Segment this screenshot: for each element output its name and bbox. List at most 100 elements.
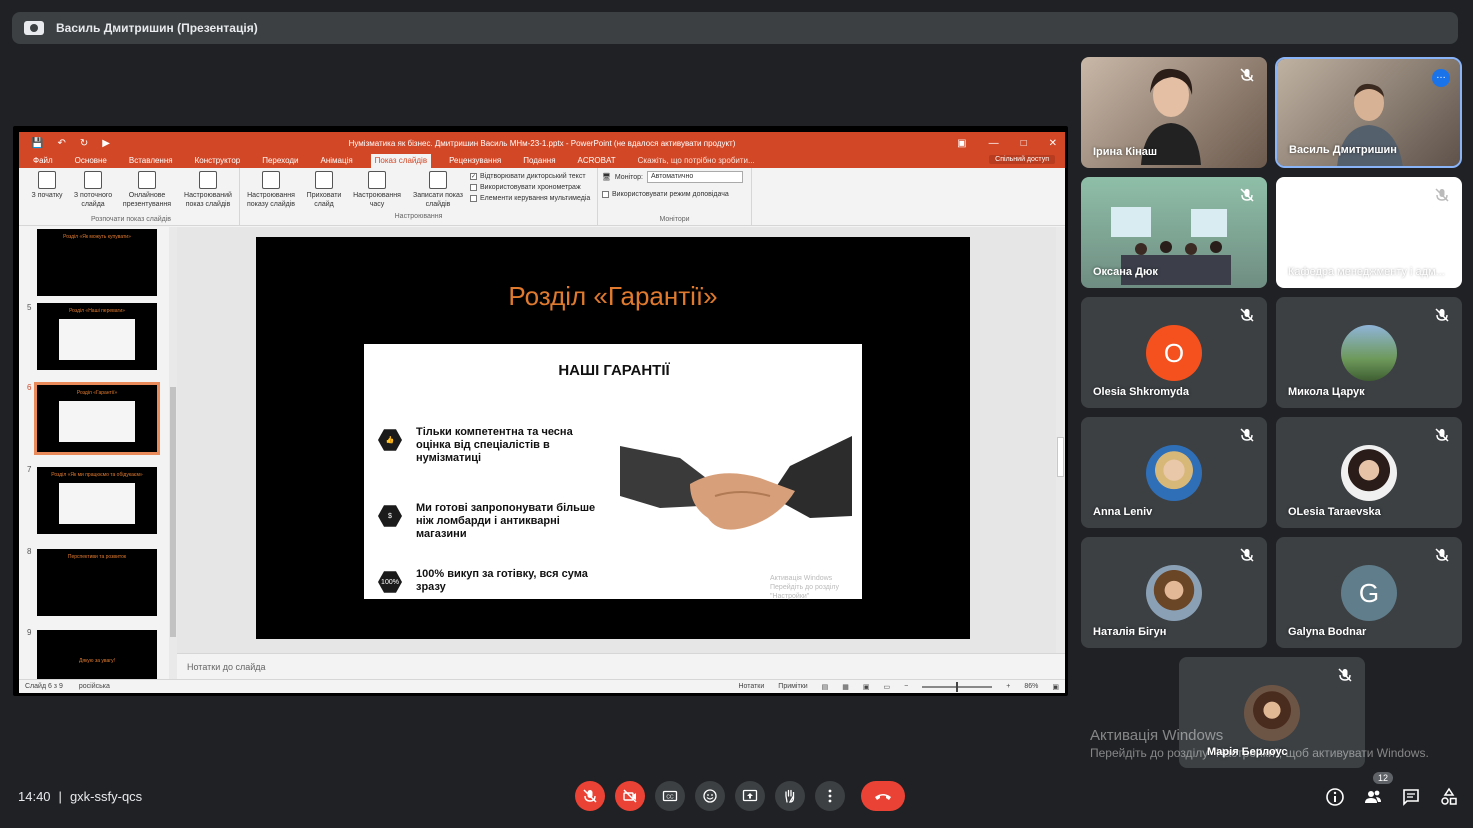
mic-off-icon (1435, 548, 1449, 562)
notes-pane[interactable]: Нотатки до слайда (177, 653, 1065, 679)
tab-file[interactable]: Файл (29, 154, 57, 168)
hide-slide-icon (315, 171, 333, 189)
ppt-statusbar: Слайд 6 з 9 російська Нотатки Примітки ▤… (19, 679, 1065, 693)
thumbnails-scrollbar[interactable] (169, 227, 177, 679)
participant-name: Оксана Дюк (1093, 266, 1158, 278)
participant-tile[interactable]: G Galyna Bodnar (1276, 537, 1462, 648)
tab-design[interactable]: Конструктор (191, 154, 245, 168)
custom-show-button[interactable]: Настроюваний показ слайдів (181, 171, 235, 216)
reading-view-icon[interactable]: ▣ (863, 683, 870, 691)
more-options-button[interactable] (815, 781, 845, 811)
timings-checkbox[interactable]: Використовувати хронометраж (470, 184, 590, 191)
close-icon[interactable]: ✕ (1049, 138, 1057, 149)
maximize-icon[interactable]: □ (1021, 138, 1027, 149)
from-beginning-button[interactable]: З початку (27, 171, 67, 216)
slideshow-view-icon[interactable]: ▭ (884, 683, 891, 691)
reactions-button[interactable] (695, 781, 725, 811)
present-screen-icon (24, 21, 44, 35)
media-controls-checkbox[interactable]: Елементи керування мультимедіа (470, 195, 590, 202)
participant-name: Olesia Shkromyda (1093, 386, 1189, 398)
zoom-slider[interactable] (922, 681, 993, 692)
thumbnail-slide-5[interactable]: Розділ «Наші переваги» (37, 303, 157, 370)
tab-slideshow[interactable]: Показ слайдів (370, 154, 432, 168)
participant-name: Galyna Bodnar (1288, 626, 1367, 638)
separator: | (58, 789, 62, 804)
participant-tile[interactable]: OLesia Taraevska (1276, 417, 1462, 528)
participant-tile[interactable]: O Olesia Shkromyda (1081, 297, 1267, 408)
tab-animations[interactable]: Анімація (316, 154, 356, 168)
tab-insert[interactable]: Вставлення (125, 154, 177, 168)
thumbnail-slide-6[interactable]: Розділ «Гарантії» (34, 382, 160, 455)
captions-icon: CC (662, 790, 678, 802)
captions-button[interactable]: CC (655, 781, 685, 811)
meeting-code: gxk-ssfy-qcs (69, 789, 143, 804)
narrations-checkbox[interactable]: ✓ Відтворювати дикторський текст (470, 173, 590, 180)
activities-icon[interactable] (1439, 787, 1459, 807)
record-slideshow-button[interactable]: Записати показ слайдів (410, 171, 466, 213)
fit-to-window-icon[interactable]: ▣ (1052, 683, 1059, 691)
language-indicator[interactable]: російська (79, 683, 110, 690)
present-icon (742, 789, 758, 802)
participant-name: OLesia Taraevska (1288, 506, 1381, 518)
current-slide[interactable]: Розділ «Гарантії» НАШІ ГАРАНТІЇ 👍 Тільки… (256, 237, 970, 639)
slide-editor: Розділ «Гарантії» НАШІ ГАРАНТІЇ 👍 Тільки… (177, 227, 1065, 679)
zoom-out-icon[interactable]: − (904, 683, 908, 690)
more-options-icon[interactable]: … (1432, 69, 1450, 87)
participant-tile[interactable]: Оксана Дюк (1081, 177, 1267, 288)
people-icon[interactable] (1363, 787, 1383, 807)
presenter-view-checkbox[interactable]: Використовувати режим доповідача (602, 191, 747, 198)
tab-review[interactable]: Рецензування (445, 154, 505, 168)
participant-tile[interactable]: Ірина Кінаш (1081, 57, 1267, 168)
minimize-icon[interactable]: — (989, 138, 999, 149)
participant-tile[interactable]: Микола Царук (1276, 297, 1462, 408)
hide-slide-button[interactable]: Приховати слайд (304, 171, 344, 213)
rehearse-timings-button[interactable]: Настроювання часу (350, 171, 404, 213)
leave-call-button[interactable] (861, 781, 905, 811)
camera-toggle-button[interactable] (615, 781, 645, 811)
guarantee-item: $ Ми готові запропонувати більше ніж лом… (378, 502, 608, 541)
setup-slideshow-button[interactable]: Настроювання показу слайдів (244, 171, 298, 213)
participant-tile[interactable]: Наталія Бігун (1081, 537, 1267, 648)
tab-home[interactable]: Основне (71, 154, 111, 168)
tab-acrobat[interactable]: ACROBAT (574, 154, 620, 168)
participant-tile[interactable]: Кафедра менеджменту і адм... (1276, 177, 1462, 288)
thumbnail-slide-9[interactable]: Дякую за увагу! (37, 630, 157, 679)
participant-tile[interactable]: … Василь Дмитришин (1275, 57, 1462, 168)
tab-transitions[interactable]: Переходи (258, 154, 302, 168)
present-online-button[interactable]: Онлайнове презентування (119, 171, 175, 216)
from-current-button[interactable]: З поточного слайда (73, 171, 113, 216)
thumbnail-slide-7[interactable]: Розділ «Як ми працюємо та обідукаєм» (37, 467, 157, 534)
slide-activation-watermark: Активація Windows Перейдіть до розділу "… (770, 575, 839, 600)
info-icon[interactable] (1325, 787, 1345, 807)
thumbnail-slide-8[interactable]: Перспективи та розвиток (37, 549, 157, 616)
slide-thumbnails: Розділ «Як можуть купувати» 5 Розділ «На… (19, 227, 177, 679)
slide-title: Розділ «Гарантії» (508, 281, 718, 311)
ppt-ribbon: З початку З поточного слайда Онлайнове п… (19, 168, 1065, 226)
percent-icon: 100% (378, 571, 402, 593)
sorter-view-icon[interactable]: ▦ (842, 683, 849, 691)
chat-icon[interactable] (1401, 787, 1421, 807)
camera-off-icon (623, 789, 637, 803)
ribbon-group-monitors: 🖥 Монітор: Автоматично Використовувати р… (598, 168, 752, 225)
zoom-level[interactable]: 86% (1024, 683, 1038, 690)
participant-count-badge: 12 (1373, 772, 1394, 784)
zoom-in-icon[interactable]: + (1006, 683, 1010, 690)
guarantees-card: НАШІ ГАРАНТІЇ 👍 Тільки компетентна та че… (364, 344, 862, 600)
raise-hand-button[interactable] (775, 781, 805, 811)
thumbnail-slide-4[interactable]: Розділ «Як можуть купувати» (37, 229, 157, 296)
mic-off-icon (1240, 548, 1254, 562)
slideshow-icon (38, 171, 56, 189)
participant-tile[interactable]: Anna Leniv (1081, 417, 1267, 528)
mic-off-icon (1240, 428, 1254, 442)
notes-button[interactable]: Нотатки (738, 683, 764, 690)
normal-view-icon[interactable]: ▤ (822, 683, 829, 691)
mic-toggle-button[interactable] (575, 781, 605, 811)
tab-view[interactable]: Подання (519, 154, 559, 168)
ribbon-options-icon[interactable]: ▣ (957, 138, 966, 149)
monitor-select[interactable]: Автоматично (646, 171, 743, 183)
tell-me-input[interactable]: Скажіть, що потрібно зробити... (634, 154, 759, 168)
slide-scrollbar[interactable] (1056, 227, 1065, 653)
share-button[interactable]: Спільний доступ (989, 155, 1055, 164)
present-now-button[interactable] (735, 781, 765, 811)
comments-button[interactable]: Примітки (778, 683, 807, 690)
